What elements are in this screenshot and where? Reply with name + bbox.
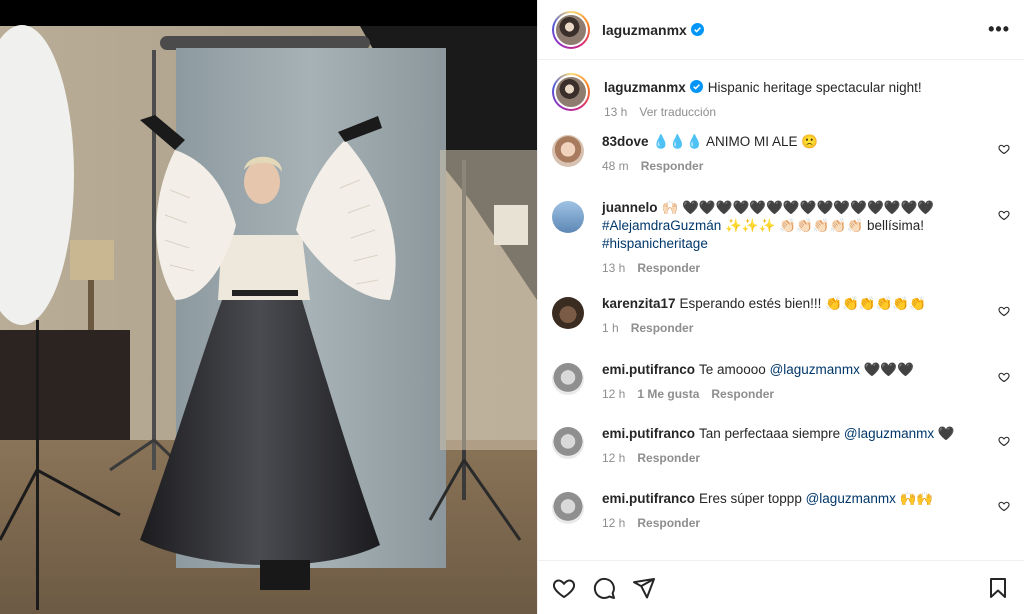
commenter-avatar[interactable]	[552, 135, 584, 167]
heart-icon[interactable]	[552, 576, 576, 600]
comment-username[interactable]: emi.putifranco	[602, 362, 695, 377]
caption-author-avatar[interactable]	[552, 73, 590, 111]
heart-icon[interactable]	[998, 371, 1010, 383]
heart-icon[interactable]	[998, 143, 1010, 155]
mention-link[interactable]: @laguzmanmx	[806, 491, 896, 506]
comment-time: 12 h	[602, 516, 626, 530]
comment-icon[interactable]	[592, 576, 616, 600]
comment-item: 83dove 💧💧💧 ANIMO MI ALE 🙁 48 m Responder	[552, 133, 1010, 199]
comment-username[interactable]: juannelo	[602, 200, 658, 215]
comment-item: emi.putifranco Tan perfectaaa siempre @la…	[552, 425, 1010, 490]
reply-button[interactable]: Responder	[637, 516, 700, 530]
comment-username[interactable]: 83dove	[602, 134, 649, 149]
post-action-bar	[538, 560, 1024, 614]
reply-button[interactable]: Responder	[641, 159, 704, 173]
heart-icon[interactable]	[998, 500, 1010, 512]
author-avatar[interactable]	[552, 10, 590, 49]
reply-button[interactable]: Responder	[711, 387, 774, 401]
comment-text-continued: ✨✨✨ 👏🏻👏🏻👏🏻👏🏻👏🏻 bellísima!	[721, 218, 925, 233]
comment-item: juannelo 🙌🏻 🖤🖤🖤🖤🖤🖤🖤🖤🖤🖤🖤🖤🖤🖤🖤 #AlejamdraGuz…	[552, 199, 1010, 295]
comment-username[interactable]: karenzita17	[602, 296, 676, 311]
comment-text-continued: 🖤	[934, 426, 955, 441]
instagram-post-view: laguzmanmx ••• laguzmanmx Hispanic herita…	[0, 0, 1024, 614]
commenter-avatar[interactable]	[552, 201, 584, 233]
comment-time: 12 h	[602, 387, 626, 401]
comment-text-continued: 🖤🖤🖤	[859, 362, 915, 377]
caption-time: 13 h	[604, 105, 628, 119]
comment-text: Tan perfectaaa siempre	[699, 426, 841, 441]
commenter-avatar[interactable]	[552, 297, 584, 329]
comment-text: Eres súper toppp	[699, 491, 802, 506]
comment-username[interactable]: emi.putifranco	[602, 491, 695, 506]
post-photo-illustration	[0, 0, 537, 614]
post-photo[interactable]	[0, 0, 537, 614]
comment-text-continued: 🙌🙌	[895, 491, 934, 506]
reply-button[interactable]: Responder	[637, 261, 700, 275]
mention-link[interactable]: #AlejamdraGuzmán	[602, 218, 721, 233]
commenter-avatar[interactable]	[552, 492, 584, 524]
post-header: laguzmanmx •••	[538, 0, 1024, 60]
verified-icon	[689, 80, 703, 93]
caption-username[interactable]: laguzmanmx	[604, 80, 686, 95]
heart-icon[interactable]	[998, 209, 1010, 221]
comment-time: 48 m	[602, 159, 629, 173]
comment-text: 💧💧💧 ANIMO MI ALE 🙁	[652, 134, 819, 149]
comment-time: 13 h	[602, 261, 626, 275]
see-translation-link[interactable]: Ver traducción	[639, 105, 716, 119]
comment-item: emi.putifranco Eres súper toppp @laguzman…	[552, 490, 1010, 550]
heart-icon[interactable]	[998, 435, 1010, 447]
comment-text: Esperando estés bien!!! 👏👏👏👏👏👏	[679, 296, 926, 311]
comment-item: emi.putifranco Te amoooo @laguzmanmx 🖤🖤🖤 …	[552, 361, 1010, 425]
author-username[interactable]: laguzmanmx	[602, 22, 687, 38]
commenter-avatar[interactable]	[552, 427, 584, 459]
comment-item: karenzita17 Esperando estés bien!!! 👏👏👏👏👏…	[552, 295, 1010, 361]
comment-time: 1 h	[602, 321, 619, 335]
post-caption: laguzmanmx Hispanic heritage spectacular …	[552, 69, 1010, 133]
more-options-button[interactable]: •••	[988, 19, 1010, 40]
comment-text: Te amoooo	[699, 362, 766, 377]
commenter-avatar[interactable]	[552, 363, 584, 395]
hashtag-link[interactable]: #hispanicheritage	[602, 236, 708, 251]
reply-button[interactable]: Responder	[631, 321, 694, 335]
heart-icon[interactable]	[998, 305, 1010, 317]
share-icon[interactable]	[632, 576, 656, 600]
mention-link[interactable]: @laguzmanmx	[844, 426, 934, 441]
comment-time: 12 h	[602, 451, 626, 465]
reply-button[interactable]: Responder	[637, 451, 700, 465]
comments-list[interactable]: laguzmanmx Hispanic heritage spectacular …	[538, 61, 1024, 559]
verified-icon	[690, 23, 704, 36]
comment-text: 🙌🏻 🖤🖤🖤🖤🖤🖤🖤🖤🖤🖤🖤🖤🖤🖤🖤	[661, 200, 935, 215]
caption-text: Hispanic heritage spectacular night!	[707, 80, 922, 95]
comment-username[interactable]: emi.putifranco	[602, 426, 695, 441]
likes-count[interactable]: 1 Me gusta	[637, 387, 699, 401]
mention-link[interactable]: @laguzmanmx	[770, 362, 860, 377]
bookmark-icon[interactable]	[986, 576, 1010, 600]
post-details-panel: laguzmanmx ••• laguzmanmx Hispanic herita…	[537, 0, 1024, 614]
